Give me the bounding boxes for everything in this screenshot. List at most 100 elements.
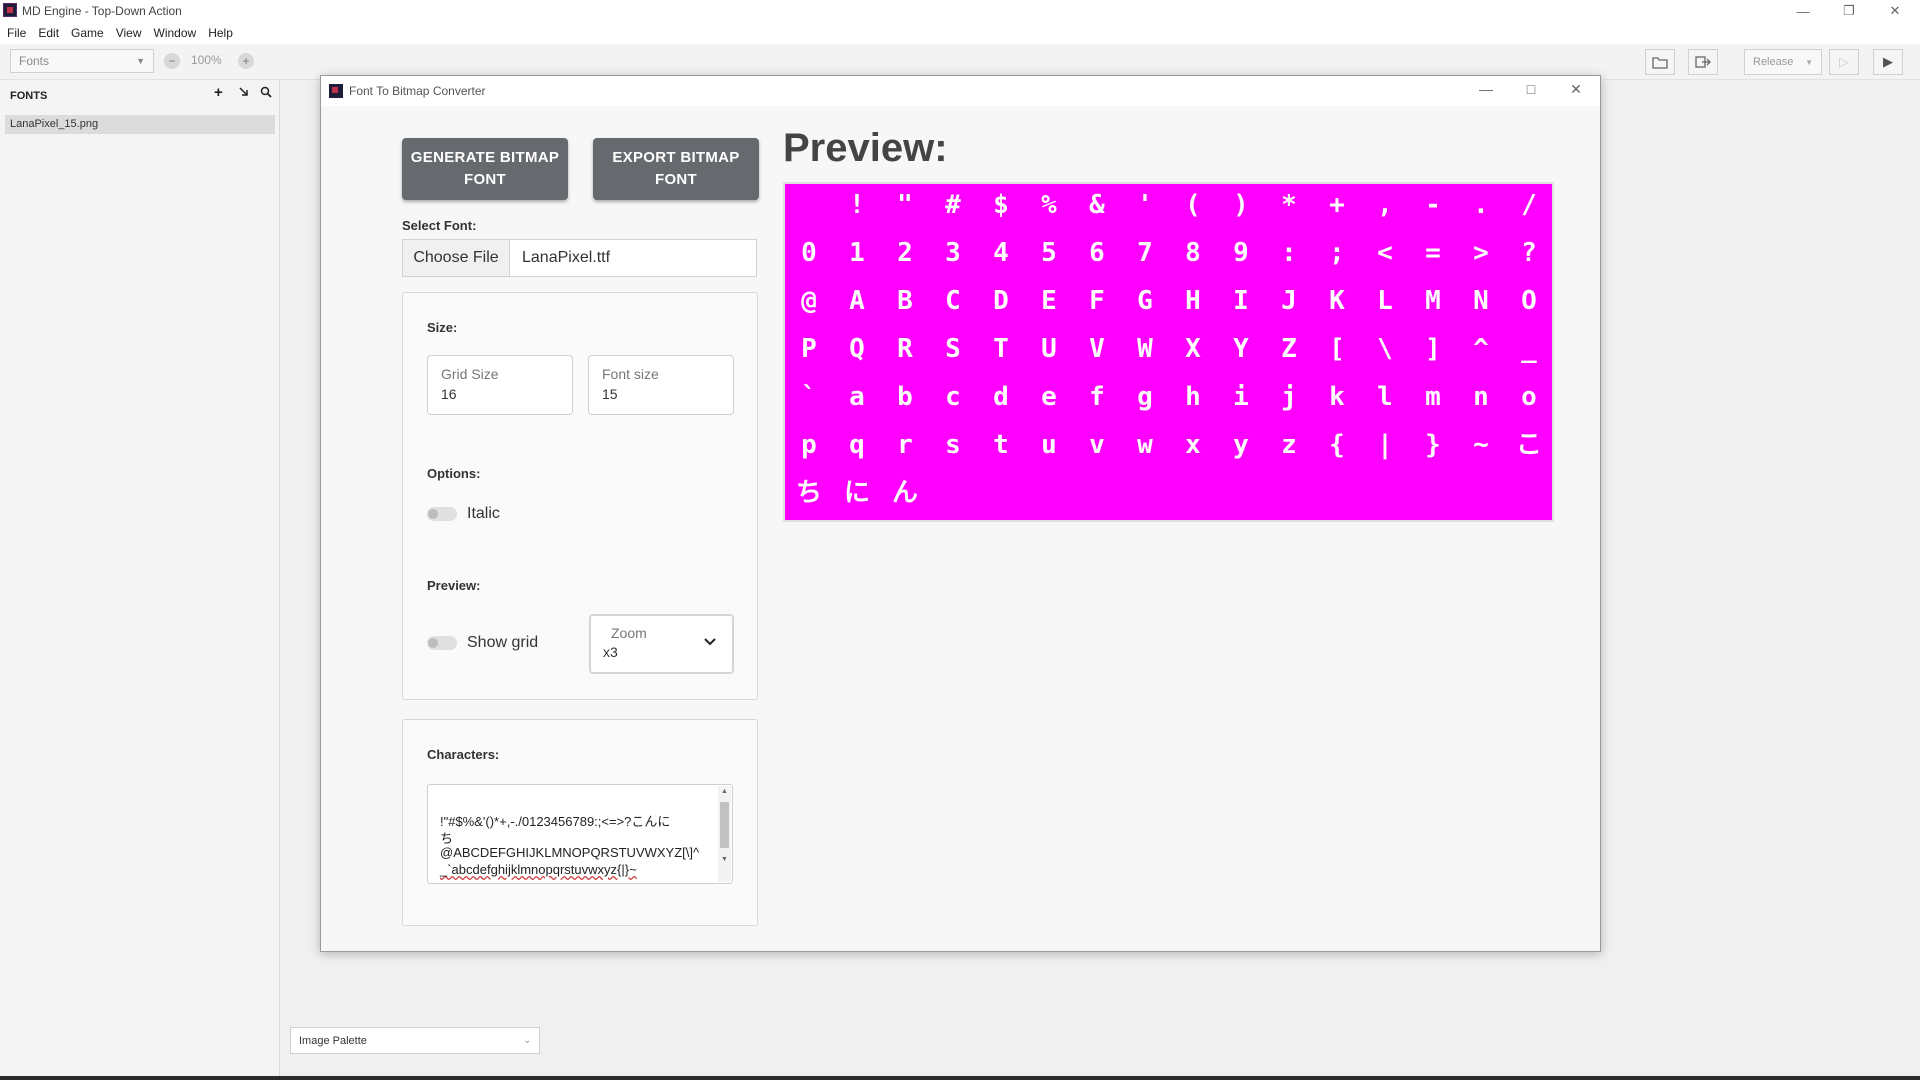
dialog-maximize-icon[interactable]: □: [1516, 81, 1546, 101]
zoom-level: 100%: [191, 53, 222, 67]
preview-glyph: >: [1473, 238, 1489, 268]
export-icon[interactable]: [1688, 49, 1718, 75]
preview-glyph: s: [945, 430, 961, 460]
preview-glyph: o: [1521, 382, 1537, 412]
menu-help[interactable]: Help: [202, 26, 239, 40]
characters-line: !"#$%&'()*+,-./0123456789:;<=>?こんに: [440, 814, 671, 829]
preview-glyph: L: [1377, 286, 1393, 316]
preview-glyph: F: [1089, 286, 1105, 316]
preview-glyph: (: [1185, 190, 1201, 220]
preview-glyph: ん: [891, 478, 918, 508]
zoom-out-icon[interactable]: −: [164, 53, 180, 69]
play-icon[interactable]: ▶: [1873, 49, 1903, 75]
preview-glyph: z: [1281, 430, 1297, 460]
scroll-up-icon[interactable]: ▲: [721, 788, 728, 795]
add-icon[interactable]: +: [214, 84, 223, 101]
generate-bitmap-font-button[interactable]: GENERATE BITMAP FONT: [402, 138, 568, 200]
preview-glyph: ,: [1377, 190, 1393, 220]
build-mode-select[interactable]: Release ▼: [1744, 49, 1822, 75]
zoom-in-icon[interactable]: +: [238, 53, 254, 69]
minimize-icon[interactable]: —: [1780, 0, 1826, 22]
characters-line: _`abcdefghijklmnopqrstuvwxyz{|}~: [440, 862, 637, 877]
zoom-label: Zoom: [611, 625, 647, 641]
zoom-select[interactable]: Zoom x3: [589, 614, 734, 674]
dialog-minimize-icon[interactable]: —: [1471, 81, 1501, 101]
preview-glyph: 3: [945, 238, 961, 268]
menu-view[interactable]: View: [110, 26, 148, 40]
status-strip: [0, 1076, 1920, 1080]
preview-glyph: a: [849, 382, 865, 412]
search-icon[interactable]: [260, 86, 272, 101]
preview-glyph: 1: [849, 238, 865, 268]
preview-glyph: &: [1089, 190, 1105, 220]
close-icon[interactable]: ✕: [1872, 0, 1918, 22]
scrollbar-thumb[interactable]: [720, 802, 729, 848]
left-panel: [0, 80, 280, 1080]
font-size-field[interactable]: Font size 15: [588, 355, 734, 415]
chevron-down-icon: ▼: [136, 56, 145, 66]
dialog-logo-icon: [329, 84, 343, 98]
build-mode-value: Release: [1753, 56, 1794, 68]
choose-file-button[interactable]: Choose File: [403, 240, 510, 276]
italic-label: Italic: [467, 505, 500, 522]
font-file-input[interactable]: Choose File LanaPixel.ttf: [402, 239, 757, 277]
menu-file[interactable]: File: [0, 26, 32, 40]
preview-glyph: ^: [1473, 334, 1489, 364]
dialog-titlebar: [321, 76, 1600, 106]
preview-glyph: w: [1137, 430, 1153, 460]
characters-textarea[interactable]: !"#$%&'()*+,-./0123456789:;<=>?こんに ち @AB…: [427, 784, 733, 884]
preview-glyph: i: [1233, 382, 1249, 412]
menu-window[interactable]: Window: [148, 26, 203, 40]
preview-glyph: 4: [993, 238, 1009, 268]
preview-glyph: u: [1041, 430, 1057, 460]
preview-glyph: E: [1041, 286, 1057, 316]
select-font-label: Select Font:: [402, 218, 477, 233]
folder-icon[interactable]: [1645, 49, 1675, 75]
preview-glyph: #: [945, 190, 961, 220]
export-bitmap-font-button[interactable]: EXPORT BITMAP FONT: [593, 138, 759, 200]
preview-glyph: \: [1377, 334, 1393, 364]
preview-glyph: N: [1473, 286, 1489, 316]
preview-glyph: l: [1377, 382, 1393, 412]
characters-label: Characters:: [427, 747, 500, 762]
italic-toggle[interactable]: [427, 507, 457, 521]
preview-glyph: V: [1089, 334, 1105, 364]
preview-glyph: A: [849, 286, 865, 316]
preview-glyph: に: [843, 478, 870, 508]
preview-glyph: y: [1233, 430, 1249, 460]
font-list-item[interactable]: LanaPixel_15.png: [5, 115, 275, 134]
preview-glyph: W: [1137, 334, 1153, 364]
preview-glyph: J: [1281, 286, 1297, 316]
grid-size-value: 16: [441, 386, 457, 402]
preview-glyph: C: [945, 286, 961, 316]
grid-size-field[interactable]: Grid Size 16: [427, 355, 573, 415]
preview-glyph: [: [1329, 334, 1345, 364]
preview-glyph: }: [1425, 430, 1441, 460]
asset-type-select[interactable]: Fonts ▼: [10, 49, 154, 73]
play-outline-icon[interactable]: ▷: [1829, 49, 1859, 75]
font-converter-dialog: Font To Bitmap Converter — □ ✕ GENERATE …: [320, 75, 1601, 952]
options-label: Options:: [427, 466, 481, 481]
preview-glyph: h: [1185, 382, 1201, 412]
font-size-value: 15: [602, 386, 618, 402]
preview-glyph: U: [1041, 334, 1057, 364]
menu-game[interactable]: Game: [65, 26, 110, 40]
preview-glyph: r: [897, 430, 913, 460]
preview-glyph: S: [945, 334, 961, 364]
preview-glyph: ): [1233, 190, 1249, 220]
preview-glyph: ;: [1329, 238, 1345, 268]
textarea-scrollbar[interactable]: ▲ ▼: [718, 786, 731, 882]
menu-edit[interactable]: Edit: [32, 26, 65, 40]
preview-glyph: 8: [1185, 238, 1201, 268]
preview-glyph: p: [801, 430, 817, 460]
preview-glyph: !: [849, 190, 865, 220]
image-palette-select[interactable]: Image Palette ⌄: [290, 1027, 540, 1054]
preview-glyph: b: [897, 382, 913, 412]
import-icon[interactable]: [238, 86, 250, 101]
restore-icon[interactable]: ❐: [1826, 0, 1872, 22]
scroll-down-icon[interactable]: ▼: [721, 856, 728, 863]
show-grid-toggle[interactable]: [427, 636, 457, 650]
dialog-close-icon[interactable]: ✕: [1561, 81, 1591, 101]
preview-glyph: 0: [801, 238, 817, 268]
fonts-panel-title: FONTS: [10, 90, 48, 102]
